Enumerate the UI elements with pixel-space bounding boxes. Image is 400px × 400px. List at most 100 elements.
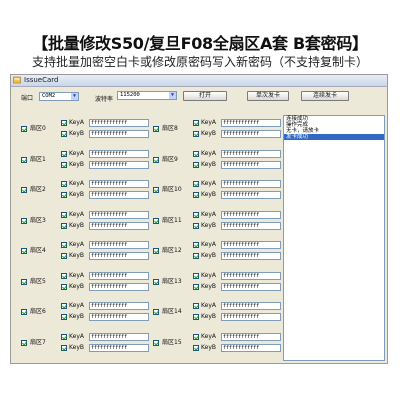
keyb-label: KeyB bbox=[201, 160, 216, 168]
keyb-input[interactable]: ffffffffffff bbox=[89, 191, 149, 199]
keya-checkbox[interactable] bbox=[193, 211, 199, 218]
keyb-checkbox[interactable] bbox=[193, 131, 199, 137]
keyb-input[interactable]: ffffffffffff bbox=[221, 252, 281, 260]
keyb-checkbox[interactable] bbox=[193, 344, 199, 351]
keyb-checkbox[interactable] bbox=[193, 192, 199, 198]
keya-label: KeyA bbox=[201, 332, 216, 340]
keyb-input[interactable]: ffffffffffff bbox=[221, 221, 281, 230]
keyb-input[interactable]: ffffffffffff bbox=[89, 160, 149, 169]
keya-checkbox[interactable] bbox=[193, 333, 199, 340]
keyb-input[interactable]: ffffffffffff bbox=[221, 343, 281, 352]
sector-enable-checkbox[interactable] bbox=[153, 278, 159, 285]
keyb-input[interactable]: ffffffffffff bbox=[89, 313, 149, 321]
keyb-checkbox[interactable] bbox=[61, 344, 67, 351]
sector-enable-checkbox[interactable] bbox=[21, 278, 27, 285]
sector-enable-checkbox[interactable] bbox=[153, 187, 159, 193]
keya-input[interactable]: ffffffffffff bbox=[221, 180, 281, 188]
keyb-input[interactable]: ffffffffffff bbox=[89, 221, 149, 230]
sector-enable-checkbox[interactable] bbox=[21, 339, 27, 346]
keya-checkbox[interactable] bbox=[61, 242, 67, 248]
keyb-checkbox[interactable] bbox=[193, 161, 199, 168]
keyb-checkbox[interactable] bbox=[193, 222, 199, 229]
keya-checkbox[interactable] bbox=[61, 150, 67, 157]
keya-input[interactable]: ffffffffffff bbox=[221, 210, 281, 219]
sector-enable-checkbox[interactable] bbox=[21, 217, 27, 224]
port-select[interactable]: COM2 ▼ bbox=[39, 92, 79, 101]
keyb-input[interactable]: ffffffffffff bbox=[89, 343, 149, 352]
keyb-input[interactable]: ffffffffffff bbox=[221, 191, 281, 199]
keyb-checkbox[interactable] bbox=[61, 314, 67, 320]
keyb-label: KeyB bbox=[201, 343, 216, 351]
sector-enable-checkbox[interactable] bbox=[153, 248, 159, 254]
keya-checkbox[interactable] bbox=[193, 120, 199, 126]
keyb-label: KeyB bbox=[201, 191, 216, 198]
keya-input[interactable]: ffffffffffff bbox=[89, 210, 149, 219]
sector-enable-checkbox[interactable] bbox=[21, 309, 27, 315]
keya-input[interactable]: ffffffffffff bbox=[89, 180, 149, 188]
keya-input[interactable]: ffffffffffff bbox=[221, 119, 281, 127]
keyb-checkbox[interactable] bbox=[61, 131, 67, 137]
keya-checkbox[interactable] bbox=[193, 242, 199, 248]
sector-enable-checkbox[interactable] bbox=[21, 248, 27, 254]
keya-input[interactable]: ffffffffffff bbox=[89, 332, 149, 341]
keyb-input[interactable]: ffffffffffff bbox=[221, 160, 281, 169]
keya-label: KeyA bbox=[69, 241, 84, 248]
keyb-label: KeyB bbox=[201, 130, 216, 137]
keya-checkbox[interactable] bbox=[61, 333, 67, 340]
keya-input[interactable]: ffffffffffff bbox=[221, 149, 281, 158]
keyb-checkbox[interactable] bbox=[193, 283, 199, 290]
keyb-checkbox[interactable] bbox=[61, 192, 67, 198]
keya-input[interactable]: ffffffffffff bbox=[89, 149, 149, 158]
keya-checkbox[interactable] bbox=[193, 303, 199, 309]
chevron-down-icon[interactable]: ▼ bbox=[71, 93, 78, 100]
sector-enable-checkbox[interactable] bbox=[21, 187, 27, 193]
open-button[interactable]: 打开 bbox=[183, 91, 227, 101]
keyb-checkbox[interactable] bbox=[61, 253, 67, 259]
keyb-checkbox[interactable] bbox=[193, 314, 199, 320]
keya-input[interactable]: ffffffffffff bbox=[89, 119, 149, 127]
sector-enable-checkbox[interactable] bbox=[153, 156, 159, 163]
sector-enable-checkbox[interactable] bbox=[21, 126, 27, 132]
sector-enable-checkbox[interactable] bbox=[153, 217, 159, 224]
keya-checkbox[interactable] bbox=[61, 272, 67, 279]
keya-input[interactable]: ffffffffffff bbox=[221, 271, 281, 280]
keyb-checkbox[interactable] bbox=[61, 222, 67, 229]
keya-input[interactable]: ffffffffffff bbox=[89, 302, 149, 310]
keyb-label: KeyB bbox=[201, 282, 216, 290]
continuous-issue-button[interactable]: 连续发卡 bbox=[301, 91, 349, 101]
keyb-input[interactable]: ffffffffffff bbox=[221, 313, 281, 321]
baud-label: 波特率 bbox=[95, 96, 114, 103]
keya-checkbox[interactable] bbox=[61, 211, 67, 218]
keya-input[interactable]: ffffffffffff bbox=[89, 271, 149, 280]
window-titlebar[interactable]: IssueCard bbox=[11, 75, 387, 87]
keyb-checkbox[interactable] bbox=[61, 161, 67, 168]
keyb-label: KeyB bbox=[69, 282, 84, 290]
keya-checkbox[interactable] bbox=[193, 181, 199, 187]
keyb-checkbox[interactable] bbox=[193, 253, 199, 259]
keya-input[interactable]: ffffffffffff bbox=[89, 241, 149, 249]
sector-enable-checkbox[interactable] bbox=[153, 339, 159, 346]
keya-checkbox[interactable] bbox=[193, 150, 199, 157]
status-log[interactable]: 连接成功 操作完成 无卡，请放卡 发卡成功 bbox=[283, 115, 385, 361]
sector-5: 扇区5 KeyA ffffffffffff KeyB ffffffffffff bbox=[19, 271, 149, 300]
single-issue-button[interactable]: 单次发卡 bbox=[247, 91, 289, 101]
keyb-input[interactable]: ffffffffffff bbox=[89, 252, 149, 260]
keya-input[interactable]: ffffffffffff bbox=[221, 241, 281, 249]
keya-checkbox[interactable] bbox=[193, 272, 199, 279]
keyb-input[interactable]: ffffffffffff bbox=[89, 130, 149, 138]
keya-checkbox[interactable] bbox=[61, 181, 67, 187]
keyb-checkbox[interactable] bbox=[61, 283, 67, 290]
sector-enable-checkbox[interactable] bbox=[153, 309, 159, 315]
keyb-input[interactable]: ffffffffffff bbox=[221, 282, 281, 291]
baud-select[interactable]: 115200 ▼ bbox=[117, 91, 177, 100]
sector-enable-checkbox[interactable] bbox=[153, 126, 159, 132]
keya-label: KeyA bbox=[201, 180, 216, 187]
sector-enable-checkbox[interactable] bbox=[21, 156, 27, 163]
keyb-input[interactable]: ffffffffffff bbox=[221, 130, 281, 138]
keya-input[interactable]: ffffffffffff bbox=[221, 332, 281, 341]
keyb-input[interactable]: ffffffffffff bbox=[89, 282, 149, 291]
keya-input[interactable]: ffffffffffff bbox=[221, 302, 281, 310]
keya-checkbox[interactable] bbox=[61, 120, 67, 126]
keya-checkbox[interactable] bbox=[61, 303, 67, 309]
chevron-down-icon[interactable]: ▼ bbox=[169, 92, 176, 99]
